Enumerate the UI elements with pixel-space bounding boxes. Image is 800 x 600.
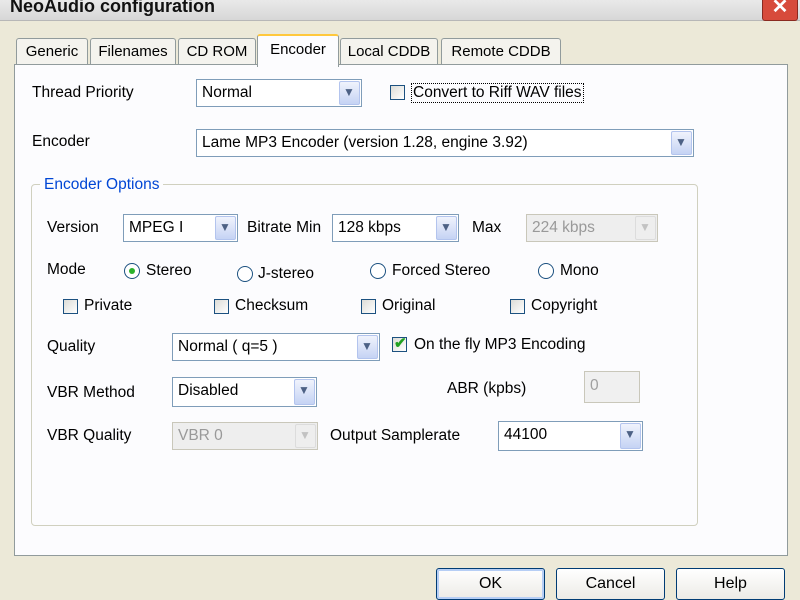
quality-value: Normal ( q=5 ) xyxy=(178,338,278,355)
output-samplerate-select[interactable]: 44100 ▼ xyxy=(498,421,643,451)
dropdown-arrow-icon[interactable]: ▼ xyxy=(671,131,692,155)
quality-label: Quality xyxy=(47,338,96,355)
checkmark-icon: ✔ xyxy=(394,335,407,352)
output-samplerate-label: Output Samplerate xyxy=(330,427,461,444)
vbr-method-value: Disabled xyxy=(178,382,239,399)
on-the-fly-label[interactable]: On the fly MP3 Encoding xyxy=(414,336,585,354)
dropdown-arrow-icon[interactable]: ▼ xyxy=(294,379,315,405)
convert-riff-checkbox[interactable] xyxy=(390,85,405,100)
tab-filenames[interactable]: Filenames xyxy=(90,38,176,65)
dropdown-arrow-icon[interactable]: ▼ xyxy=(215,216,236,240)
mode-stereo-label[interactable]: Stereo xyxy=(146,262,192,280)
tab-generic[interactable]: Generic xyxy=(16,38,88,65)
convert-riff-label[interactable]: Convert to Riff WAV files xyxy=(411,83,584,103)
on-the-fly-checkbox[interactable]: ✔ xyxy=(392,335,407,352)
cancel-button[interactable]: Cancel xyxy=(556,568,665,600)
quality-select[interactable]: Normal ( q=5 ) ▼ xyxy=(172,333,380,361)
vbr-method-select[interactable]: Disabled ▼ xyxy=(172,377,317,407)
abr-input: 0 xyxy=(584,371,640,403)
vbr-quality-value: VBR 0 xyxy=(178,427,223,444)
bitrate-max-value: 224 kbps xyxy=(532,219,595,236)
bitrate-max-select: 224 kbps ▼ xyxy=(526,214,658,242)
dropdown-arrow-icon[interactable]: ▼ xyxy=(620,423,641,449)
mode-jstereo-radio[interactable] xyxy=(237,266,253,282)
copyright-label[interactable]: Copyright xyxy=(531,297,597,315)
mode-forced-stereo-radio[interactable] xyxy=(370,263,386,279)
tab-remote-cddb[interactable]: Remote CDDB xyxy=(441,38,561,65)
ok-button[interactable]: OK xyxy=(436,568,545,600)
copyright-checkbox[interactable] xyxy=(510,299,525,314)
original-label[interactable]: Original xyxy=(382,297,435,315)
abr-value: 0 xyxy=(590,377,599,394)
bitrate-min-select[interactable]: 128 kbps ▼ xyxy=(332,214,459,242)
output-samplerate-value: 44100 xyxy=(504,426,548,443)
mode-mono-label[interactable]: Mono xyxy=(560,262,599,280)
close-icon: ✕ xyxy=(771,0,789,18)
version-select[interactable]: MPEG I ▼ xyxy=(123,214,238,242)
checksum-checkbox[interactable] xyxy=(214,299,229,314)
tab-local-cddb[interactable]: Local CDDB xyxy=(340,38,438,65)
thread-priority-value: Normal xyxy=(202,84,252,101)
mode-jstereo-label[interactable]: J-stereo xyxy=(258,265,314,283)
mode-label: Mode xyxy=(47,261,86,278)
tab-encoder[interactable]: Encoder xyxy=(257,34,339,67)
thread-priority-select[interactable]: Normal ▼ xyxy=(196,79,362,107)
vbr-quality-select: VBR 0 ▼ xyxy=(172,422,318,450)
private-label[interactable]: Private xyxy=(84,297,132,315)
encoder-value: Lame MP3 Encoder (version 1.28, engine 3… xyxy=(202,134,528,151)
dropdown-arrow-icon[interactable]: ▼ xyxy=(357,335,378,359)
private-checkbox[interactable] xyxy=(63,299,78,314)
window-title: NeoAudio configuration xyxy=(10,0,215,16)
bitrate-min-value: 128 kbps xyxy=(338,219,401,236)
dropdown-arrow-icon[interactable]: ▼ xyxy=(436,216,457,240)
bitrate-min-label: Bitrate Min xyxy=(247,219,322,236)
encoder-label: Encoder xyxy=(32,133,90,150)
vbr-method-label: VBR Method xyxy=(47,384,135,401)
vbr-quality-label: VBR Quality xyxy=(47,427,132,444)
checksum-label[interactable]: Checksum xyxy=(235,297,308,315)
mode-stereo-radio[interactable] xyxy=(124,263,140,279)
encoder-options-title: Encoder Options xyxy=(40,176,164,194)
mode-forced-stereo-label[interactable]: Forced Stereo xyxy=(392,262,490,280)
abr-label: ABR (kpbs) xyxy=(447,380,527,397)
dropdown-arrow-icon[interactable]: ▼ xyxy=(339,81,360,105)
encoder-select[interactable]: Lame MP3 Encoder (version 1.28, engine 3… xyxy=(196,129,694,157)
version-value: MPEG I xyxy=(129,219,184,236)
tab-cd-rom[interactable]: CD ROM xyxy=(178,38,256,65)
thread-priority-label: Thread Priority xyxy=(32,84,134,101)
help-button[interactable]: Help xyxy=(676,568,785,600)
mode-mono-radio[interactable] xyxy=(538,263,554,279)
bitrate-max-label: Max xyxy=(472,219,502,236)
dropdown-arrow-icon: ▼ xyxy=(635,216,656,240)
title-bar: NeoAudio configuration ✕ xyxy=(0,0,800,21)
original-checkbox[interactable] xyxy=(361,299,376,314)
close-button[interactable]: ✕ xyxy=(762,0,798,21)
dropdown-arrow-icon: ▼ xyxy=(295,424,316,448)
version-label: Version xyxy=(47,219,99,236)
